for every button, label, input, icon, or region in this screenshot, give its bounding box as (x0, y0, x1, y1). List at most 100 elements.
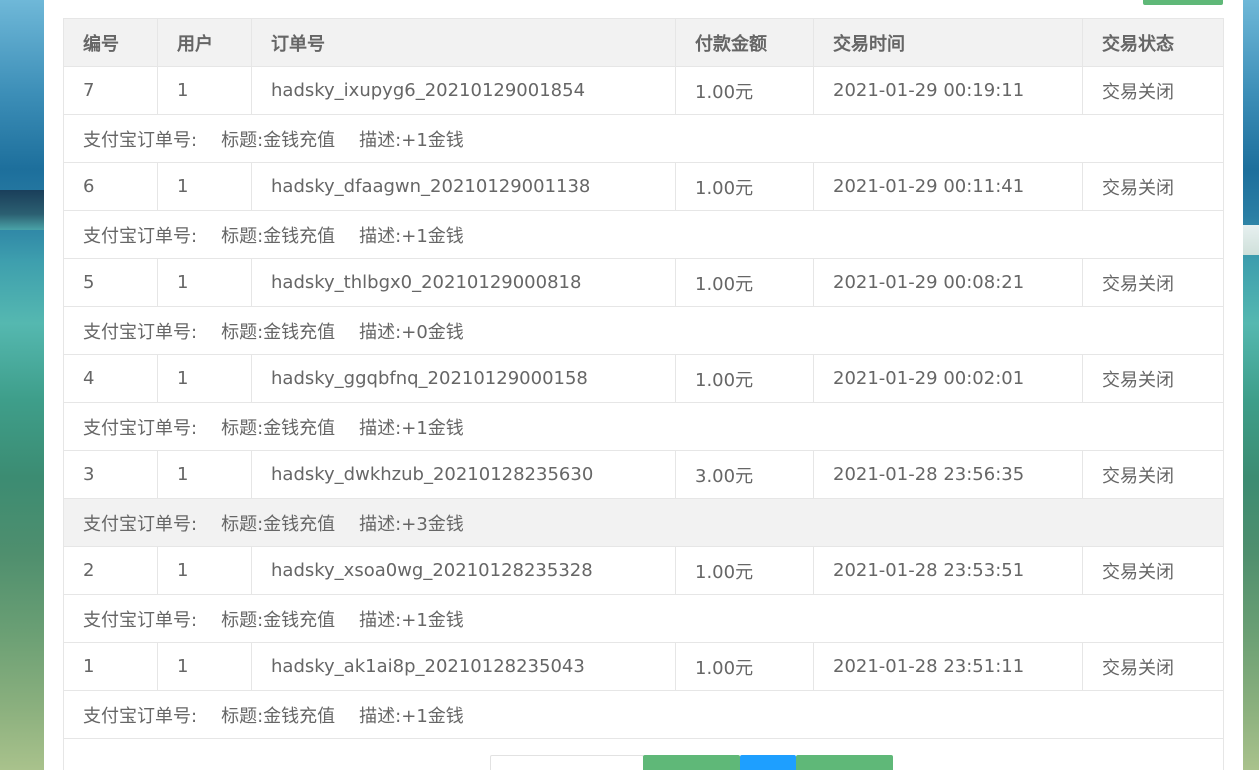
cell-time: 2021-01-28 23:56:35 (813, 450, 1083, 499)
title-label: 标题: (221, 129, 264, 151)
title-value: 金钱充值 (263, 321, 336, 343)
alipay-label: 支付宝订单号: (83, 129, 198, 151)
title-value: 金钱充值 (263, 609, 336, 631)
background-rock (0, 190, 44, 230)
top-action-button[interactable] (1143, 0, 1223, 5)
table-row[interactable]: 3 1 hadsky_dwkhzub_20210128235630 3.00元 … (63, 450, 1224, 499)
title-label: 标题: (221, 321, 264, 343)
detail-row-hovered: 支付宝订单号: 标题:金钱充值 描述:+3金钱 (63, 498, 1224, 547)
cell-user: 1 (157, 66, 252, 115)
title-value: 金钱充值 (263, 705, 336, 727)
table-row[interactable]: 6 1 hadsky_dfaagwn_20210129001138 1.00元 … (63, 162, 1224, 211)
detail-cell: 支付宝订单号: 标题:金钱充值 描述:+3金钱 (63, 498, 1224, 547)
alipay-label: 支付宝订单号: (83, 225, 198, 247)
cell-user: 1 (157, 642, 252, 691)
detail-cell: 支付宝订单号: 标题:金钱充值 描述:+1金钱 (63, 114, 1224, 163)
cell-id: 4 (63, 354, 158, 403)
desc-value: +1金钱 (401, 129, 464, 151)
desc-label: 描述: (359, 513, 402, 535)
detail-row: 支付宝订单号: 标题:金钱充值 描述:+0金钱 (63, 306, 1224, 355)
pagination-prev-button[interactable] (643, 755, 740, 770)
cell-amount: 1.00元 (675, 642, 814, 691)
cell-id: 2 (63, 546, 158, 595)
cell-order-no: hadsky_thlbgx0_20210129000818 (251, 258, 676, 307)
cell-status: 交易关闭 (1082, 258, 1224, 307)
header-order-no[interactable]: 订单号 (251, 18, 676, 67)
alipay-label: 支付宝订单号: (83, 609, 198, 631)
cell-time: 2021-01-28 23:53:51 (813, 546, 1083, 595)
content-panel: 编号 用户 订单号 付款金额 交易时间 交易状态 7 1 hadsky_ixup… (44, 0, 1243, 770)
cell-status: 交易关闭 (1082, 450, 1224, 499)
table-row[interactable]: 7 1 hadsky_ixupyg6_20210129001854 1.00元 … (63, 66, 1224, 115)
cell-status: 交易关闭 (1082, 354, 1224, 403)
cell-status: 交易关闭 (1082, 162, 1224, 211)
cell-id: 3 (63, 450, 158, 499)
detail-cell: 支付宝订单号: 标题:金钱充值 描述:+0金钱 (63, 306, 1224, 355)
pagination-first-button[interactable] (490, 755, 644, 770)
cell-time: 2021-01-29 00:19:11 (813, 66, 1083, 115)
desc-label: 描述: (359, 609, 402, 631)
header-status[interactable]: 交易状态 (1082, 18, 1224, 67)
cell-amount: 1.00元 (675, 546, 814, 595)
cell-status: 交易关闭 (1082, 642, 1224, 691)
header-user[interactable]: 用户 (157, 18, 252, 67)
cell-id: 7 (63, 66, 158, 115)
cell-status: 交易关闭 (1082, 546, 1224, 595)
pagination-row (63, 738, 1224, 770)
header-time[interactable]: 交易时间 (813, 18, 1083, 67)
header-id[interactable]: 编号 (63, 18, 158, 67)
cell-user: 1 (157, 258, 252, 307)
desc-label: 描述: (359, 705, 402, 727)
desc-value: +1金钱 (401, 705, 464, 727)
cell-time: 2021-01-29 00:11:41 (813, 162, 1083, 211)
detail-row: 支付宝订单号: 标题:金钱充值 描述:+1金钱 (63, 594, 1224, 643)
cell-id: 6 (63, 162, 158, 211)
detail-row: 支付宝订单号: 标题:金钱充值 描述:+1金钱 (63, 210, 1224, 259)
detail-row: 支付宝订单号: 标题:金钱充值 描述:+1金钱 (63, 402, 1224, 451)
detail-row: 支付宝订单号: 标题:金钱充值 描述:+1金钱 (63, 690, 1224, 739)
title-label: 标题: (221, 705, 264, 727)
cell-amount: 1.00元 (675, 258, 814, 307)
desc-value: +0金钱 (401, 321, 464, 343)
alipay-label: 支付宝订单号: (83, 513, 198, 535)
table-row[interactable]: 2 1 hadsky_xsoa0wg_20210128235328 1.00元 … (63, 546, 1224, 595)
cell-user: 1 (157, 354, 252, 403)
detail-cell: 支付宝订单号: 标题:金钱充值 描述:+1金钱 (63, 210, 1224, 259)
cell-status: 交易关闭 (1082, 66, 1224, 115)
detail-cell: 支付宝订单号: 标题:金钱充值 描述:+1金钱 (63, 690, 1224, 739)
cell-order-no: hadsky_xsoa0wg_20210128235328 (251, 546, 676, 595)
cell-id: 1 (63, 642, 158, 691)
orders-table: 编号 用户 订单号 付款金额 交易时间 交易状态 7 1 hadsky_ixup… (63, 18, 1224, 770)
desc-label: 描述: (359, 225, 402, 247)
alipay-label: 支付宝订单号: (83, 321, 198, 343)
pagination-current-page[interactable] (740, 755, 796, 770)
title-value: 金钱充值 (263, 225, 336, 247)
table-row[interactable]: 5 1 hadsky_thlbgx0_20210129000818 1.00元 … (63, 258, 1224, 307)
desc-label: 描述: (359, 417, 402, 439)
cell-order-no: hadsky_ixupyg6_20210129001854 (251, 66, 676, 115)
table-row[interactable]: 4 1 hadsky_ggqbfnq_20210129000158 1.00元 … (63, 354, 1224, 403)
cell-user: 1 (157, 450, 252, 499)
title-label: 标题: (221, 513, 264, 535)
detail-cell: 支付宝订单号: 标题:金钱充值 描述:+1金钱 (63, 594, 1224, 643)
cell-amount: 1.00元 (675, 354, 814, 403)
table-row[interactable]: 1 1 hadsky_ak1ai8p_20210128235043 1.00元 … (63, 642, 1224, 691)
cell-user: 1 (157, 546, 252, 595)
header-amount[interactable]: 付款金额 (675, 18, 814, 67)
cell-time: 2021-01-29 00:08:21 (813, 258, 1083, 307)
detail-row: 支付宝订单号: 标题:金钱充值 描述:+1金钱 (63, 114, 1224, 163)
cell-user: 1 (157, 162, 252, 211)
desc-label: 描述: (359, 321, 402, 343)
cell-time: 2021-01-29 00:02:01 (813, 354, 1083, 403)
desc-value: +1金钱 (401, 417, 464, 439)
title-label: 标题: (221, 225, 264, 247)
cell-time: 2021-01-28 23:51:11 (813, 642, 1083, 691)
desc-value: +1金钱 (401, 609, 464, 631)
title-value: 金钱充值 (263, 129, 336, 151)
cell-id: 5 (63, 258, 158, 307)
title-label: 标题: (221, 417, 264, 439)
pagination-next-button[interactable] (796, 755, 893, 770)
desc-value: +1金钱 (401, 225, 464, 247)
desc-label: 描述: (359, 129, 402, 151)
title-value: 金钱充值 (263, 417, 336, 439)
